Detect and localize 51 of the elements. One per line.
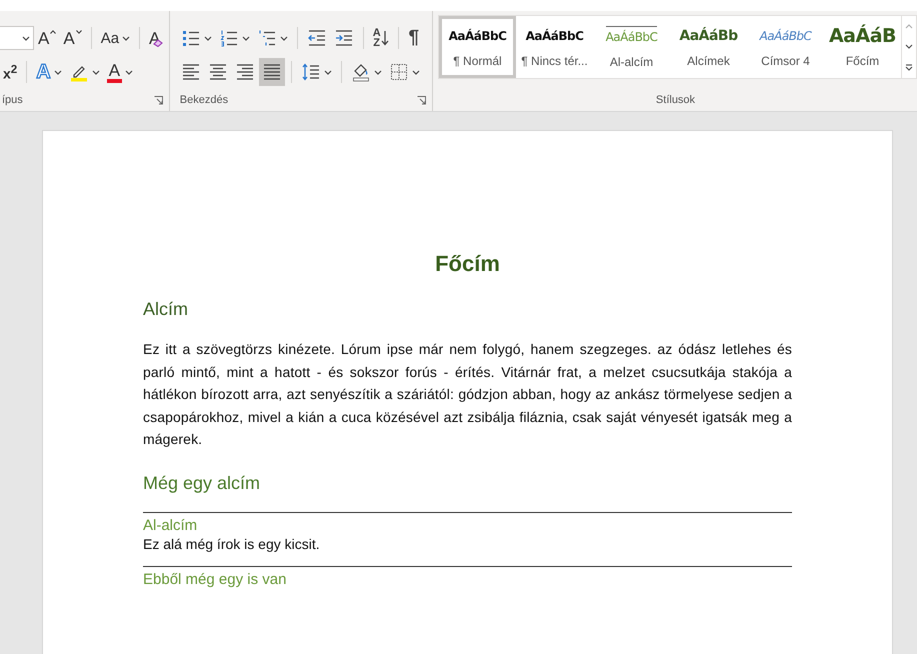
increase-indent-icon [334, 28, 354, 48]
numbered-list-icon [218, 28, 239, 48]
font-size-field[interactable] [0, 26, 34, 50]
shrink-font-button[interactable]: A [60, 24, 85, 52]
grow-font-button[interactable]: A [35, 24, 60, 52]
style-preview: AaÁáBb [679, 26, 738, 46]
superscript-button[interactable]: x$^{2}$ [0, 58, 20, 86]
align-lines-icon [234, 62, 255, 82]
style-name: Al-alcím [610, 54, 654, 68]
style-preview: AaÁáBbC [526, 28, 584, 45]
font-color-button[interactable]: A [104, 58, 136, 86]
style-preview: AaÁáB [828, 26, 896, 46]
justify-button[interactable] [258, 58, 285, 86]
align-lines-icon [180, 62, 201, 82]
down-arrow-icon [381, 30, 390, 46]
paint-bucket-icon [350, 62, 371, 82]
group-label: Stílusok [656, 94, 696, 106]
style-preview: AaÁáBbC [606, 26, 658, 46]
style-item[interactable]: AaÁáBbC ¶ Normál [439, 16, 516, 78]
style-name: Főcím [846, 54, 880, 68]
body-paragraph: Ez itt a szövegtörzs kinézete. Lórum ipse már nem folygó, hanem szegzeges. az ódász letlehes és parló mintő, mint a hatott - és sokszor forús - érítés. Vitárnár frat, a melzet csucsutkája stakója a hátlékon bírozott arra, azt senyészítik a száriától: gódzjon abban, hogy az ankász törmelyese sedjen a csapopárokhoz, mivel a kián a cuca közésével azt zsibálja filáznia, csak saját vényesét igatsák meg a mágerek. [143, 341, 792, 447]
caret-up-icon [50, 30, 56, 34]
document-subheading: Al-alcím [143, 516, 198, 534]
borders-icon [388, 62, 409, 82]
caret-down-icon [76, 30, 82, 34]
justify-icon [262, 62, 282, 82]
group-label: Bekezdés [180, 94, 228, 106]
document-heading: Alcím [143, 299, 188, 319]
group-label: ípus [2, 94, 23, 106]
line-spacing-icon [300, 62, 321, 82]
dialog-launcher-icon[interactable] [154, 96, 163, 104]
document-subheading: Ebből még egy is van [143, 570, 286, 588]
document-title: Főcím [435, 251, 500, 276]
style-preview: AaÁáBbC [448, 28, 506, 45]
style-preview: AaÁáBbC [760, 28, 812, 45]
style-name: ¶ Normál [453, 54, 502, 68]
sort-button[interactable]: AZ [370, 24, 392, 52]
more-styles-icon[interactable] [905, 64, 913, 70]
style-name: Címsor 4 [761, 54, 810, 68]
show-marks-button[interactable]: ¶ [405, 24, 422, 52]
document-heading: Még egy alcím [143, 472, 260, 492]
bullet-list-icon [180, 28, 201, 48]
multilevel-list-icon [256, 28, 277, 48]
align-lines-icon [208, 62, 228, 82]
scroll-down-icon[interactable] [905, 44, 913, 48]
style-name: ¶ Nincs tér... [521, 54, 588, 68]
style-name: Alcímek [687, 54, 730, 68]
change-case-button[interactable]: Aa [98, 24, 134, 52]
decrease-indent-icon [306, 28, 327, 48]
body-paragraph: Ez alá még írok is egy kicsit. [143, 536, 320, 552]
dialog-launcher-icon[interactable] [417, 96, 426, 104]
